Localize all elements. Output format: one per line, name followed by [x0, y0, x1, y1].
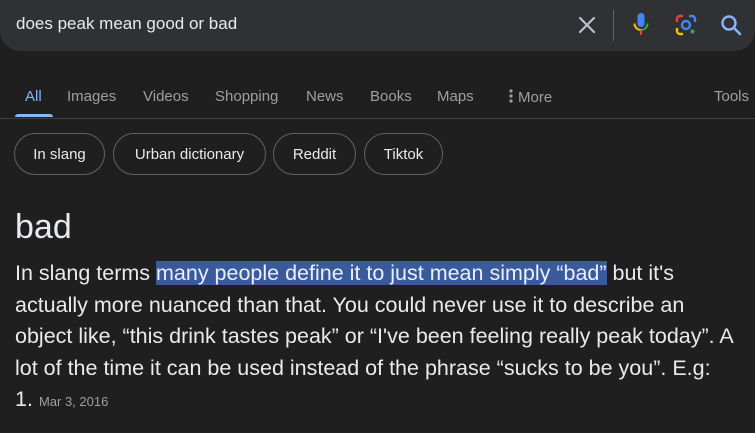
chip-urban-dictionary[interactable]: Urban dictionary: [113, 133, 266, 175]
snippet-date: Mar 3, 2016: [38, 394, 109, 409]
search-icon: [721, 15, 742, 36]
clear-button[interactable]: [574, 12, 600, 38]
chip-tiktok[interactable]: Tiktok: [364, 133, 443, 175]
tab-news[interactable]: News: [306, 88, 344, 105]
snippet-highlight: many people define it to just mean simpl…: [156, 261, 607, 285]
search-bar: does peak mean good or bad: [0, 0, 755, 51]
microphone-icon: [633, 13, 649, 35]
featured-answer-title: bad: [15, 208, 72, 246]
search-bar-divider: [613, 10, 614, 41]
search-input[interactable]: does peak mean good or bad: [16, 14, 237, 34]
tab-images[interactable]: Images: [67, 88, 116, 105]
active-tab-indicator: [15, 114, 53, 117]
featured-snippet: In slang terms many people define it to …: [15, 258, 745, 418]
chip-reddit[interactable]: Reddit: [273, 133, 356, 175]
tab-more-label: More: [518, 89, 553, 106]
search-button[interactable]: [718, 12, 744, 38]
tab-videos[interactable]: Videos: [143, 88, 189, 105]
lens-search-button[interactable]: [673, 12, 699, 38]
google-lens-icon: [675, 14, 697, 36]
snippet-text-before: In slang terms: [15, 261, 156, 285]
tabs-divider: [0, 118, 755, 119]
more-vertical-icon: [509, 89, 513, 103]
chip-in-slang[interactable]: In slang: [14, 133, 105, 175]
tab-all[interactable]: All: [25, 88, 42, 105]
tab-shopping[interactable]: Shopping: [215, 88, 278, 105]
tab-maps[interactable]: Maps: [437, 88, 474, 105]
tab-more[interactable]: More: [508, 88, 552, 106]
search-tabs: All Images Videos Shopping News Books Ma…: [0, 84, 755, 117]
close-icon: [578, 16, 596, 34]
voice-search-button[interactable]: [630, 11, 652, 39]
tab-tools[interactable]: Tools: [714, 88, 749, 105]
tab-books[interactable]: Books: [370, 88, 412, 105]
